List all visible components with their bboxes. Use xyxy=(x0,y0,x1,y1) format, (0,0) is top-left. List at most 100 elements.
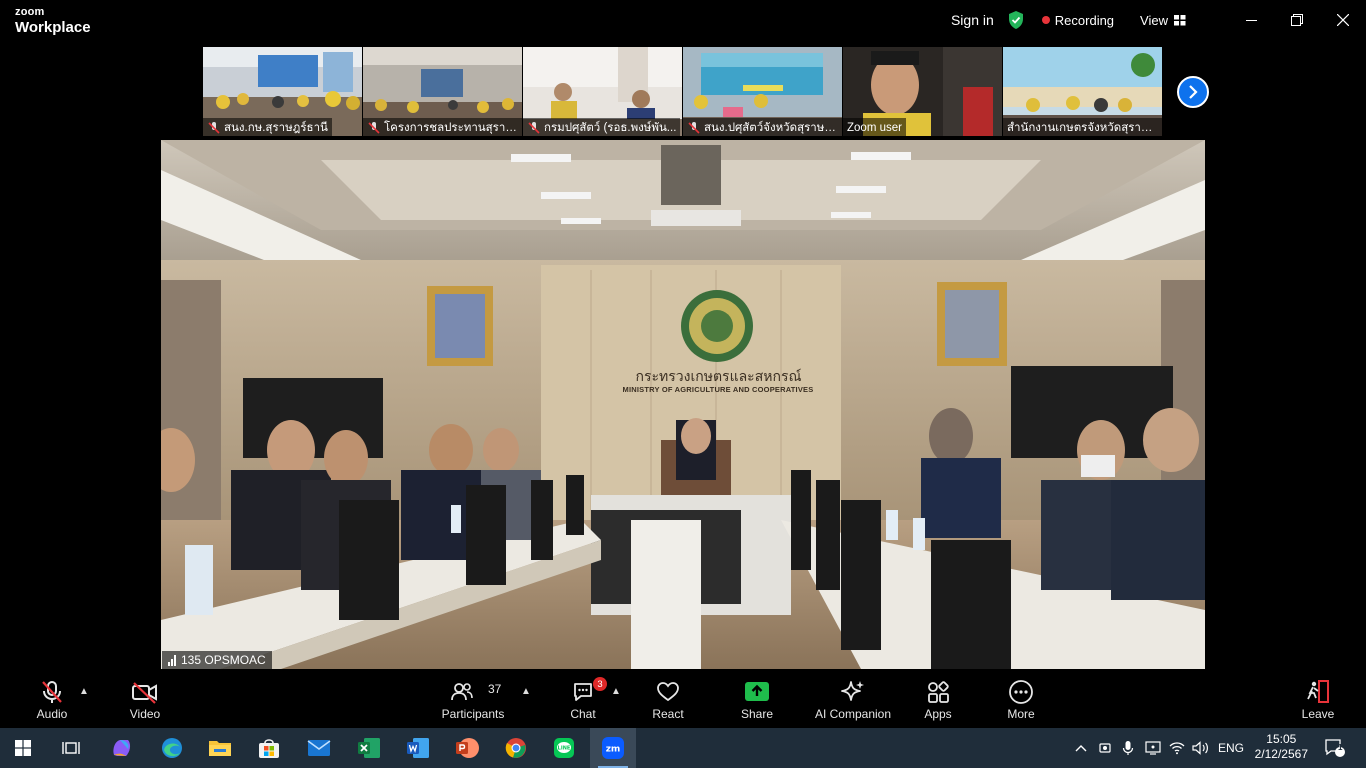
react-button[interactable]: React xyxy=(647,672,689,726)
minimize-button[interactable] xyxy=(1228,0,1274,40)
chat-unread-badge: 3 xyxy=(593,677,607,691)
taskbar-copilot[interactable] xyxy=(99,728,145,768)
clock-time: 15:05 xyxy=(1266,732,1297,746)
muted-mic-icon xyxy=(688,122,700,134)
chevron-up-icon xyxy=(1075,745,1087,752)
location-in-use-indicator[interactable] xyxy=(1143,728,1163,768)
task-view-button[interactable] xyxy=(48,728,94,768)
wall-sign-english: MINISTRY OF AGRICULTURE AND COOPERATIVES xyxy=(622,385,814,394)
meeting-controls-toolbar: Audio ▲ Video 37 Participants ▲ 3 Chat ▲… xyxy=(0,672,1366,726)
chat-button[interactable]: 3 Chat xyxy=(563,672,607,726)
task-view-icon xyxy=(62,742,80,754)
encryption-shield-icon[interactable] xyxy=(1008,11,1024,29)
taskbar-excel[interactable] xyxy=(346,728,392,768)
participants-button[interactable]: 37 Participants xyxy=(438,672,508,726)
copilot-icon xyxy=(113,740,131,756)
edge-icon xyxy=(162,738,182,758)
title-bar: zoom Workplace Sign in Recording View xyxy=(0,0,1366,44)
notification-count: 1 xyxy=(1338,743,1343,752)
taskbar-edge[interactable] xyxy=(149,728,195,768)
zoom-workplace-logo: zoom Workplace xyxy=(15,6,91,36)
participants-options-caret-icon[interactable]: ▲ xyxy=(521,686,531,697)
leave-door-icon xyxy=(1307,680,1329,703)
more-button[interactable]: More xyxy=(1001,672,1041,726)
recording-indicator[interactable]: Recording xyxy=(1041,13,1114,28)
participants-icon xyxy=(451,683,473,701)
taskbar-word[interactable] xyxy=(395,728,441,768)
participant-tile[interactable]: กรมปศุสัตว์ (รอธ.พงษ์พัน... xyxy=(523,47,682,136)
taskbar-chrome[interactable] xyxy=(493,728,539,768)
share-button[interactable]: Share xyxy=(737,672,777,726)
start-button[interactable] xyxy=(0,728,46,768)
leave-button[interactable]: Leave xyxy=(1298,672,1338,726)
show-hidden-icons-button[interactable] xyxy=(1070,728,1092,768)
participant-tile[interactable]: Zoom user xyxy=(843,47,1002,136)
ai-companion-button[interactable]: AI Companion xyxy=(808,672,898,726)
monitor-share-icon xyxy=(1145,741,1161,755)
connection-signal-icon xyxy=(168,654,176,666)
meeting-room-video-feed xyxy=(161,140,1205,669)
chat-options-caret-icon[interactable]: ▲ xyxy=(611,686,621,697)
store-icon xyxy=(259,739,279,758)
apps-button[interactable]: Apps xyxy=(918,672,958,726)
restore-button[interactable] xyxy=(1274,0,1320,40)
network-status[interactable] xyxy=(1167,728,1187,768)
system-clock[interactable]: 15:05 2/12/2567 xyxy=(1255,732,1308,762)
participant-tile[interactable]: สำนักงานเกษตรจังหวัดสุราษ... xyxy=(1003,47,1162,136)
muted-mic-icon xyxy=(528,122,540,134)
participant-name-label: Zoom user xyxy=(843,118,906,136)
participant-tile[interactable]: สนง.กษ.สุราษฎร์ธานี xyxy=(203,47,362,136)
active-speaker-label: 135 OPSMOAC xyxy=(162,651,272,669)
minimize-icon xyxy=(1245,19,1257,21)
close-button[interactable] xyxy=(1320,0,1366,40)
microphone-in-use-indicator[interactable] xyxy=(1119,728,1137,768)
recording-dot-icon xyxy=(1041,16,1050,24)
svg-text:LINE: LINE xyxy=(558,746,571,752)
volume-control[interactable] xyxy=(1190,728,1212,768)
svg-text:zm: zm xyxy=(606,745,621,755)
clock-date: 2/12/2567 xyxy=(1254,747,1308,761)
audio-options-caret-icon[interactable]: ▲ xyxy=(79,686,89,697)
taskbar-zoom[interactable]: zm xyxy=(590,728,636,768)
heart-react-icon xyxy=(657,682,679,702)
excel-icon xyxy=(358,738,380,758)
chat-icon xyxy=(574,683,592,701)
notification-icon xyxy=(1325,739,1345,757)
sign-in-link[interactable]: Sign in xyxy=(951,12,994,28)
view-button[interactable]: View xyxy=(1140,13,1186,28)
taskbar-mail[interactable] xyxy=(296,728,342,768)
folder-icon xyxy=(209,741,231,756)
video-off-icon xyxy=(132,682,157,704)
grid-view-icon xyxy=(1174,14,1186,25)
share-screen-icon xyxy=(745,682,769,701)
participant-tile[interactable]: สนง.ปศุสัตว์จังหวัดสุราษฎ... xyxy=(683,47,842,136)
notification-center-button[interactable]: 1 xyxy=(1320,728,1350,768)
line-icon: LINE xyxy=(554,738,574,758)
close-icon xyxy=(1337,14,1349,26)
participant-name-label: สนง.ปศุสัตว์จังหวัดสุราษฎ... xyxy=(683,118,842,136)
chevron-right-icon xyxy=(1189,85,1198,99)
microphone-privacy-icon xyxy=(1122,741,1134,755)
video-button[interactable]: Video xyxy=(122,672,168,726)
taskbar-file-explorer[interactable] xyxy=(197,728,243,768)
active-speaker-video[interactable]: กระทรวงเกษตรและสหกรณ์ MINISTRY OF AGRICU… xyxy=(161,140,1205,669)
participant-name-label: สนง.กษ.สุราษฎร์ธานี xyxy=(203,118,332,136)
participant-name-label: กรมปศุสัตว์ (รอธ.พงษ์พัน... xyxy=(523,118,681,136)
windows-taskbar: LINE zm ENG 15:05 2/12/2567 1 xyxy=(0,728,1366,768)
windows-logo-icon xyxy=(15,740,31,756)
speaker-volume-icon xyxy=(1192,741,1208,755)
audio-button[interactable]: Audio xyxy=(30,672,74,726)
taskbar-line[interactable]: LINE xyxy=(541,728,587,768)
participant-name-label: โครงการชลประทานสุราษ... xyxy=(363,118,522,136)
camera-in-use-indicator[interactable] xyxy=(1096,728,1114,768)
muted-microphone-icon xyxy=(42,681,62,703)
zoom-app-icon: zm xyxy=(602,737,624,759)
participant-video-strip: สนง.กษ.สุราษฎร์ธานี โครงการชลประทานสุราษ… xyxy=(203,47,1162,136)
muted-mic-icon xyxy=(368,122,380,134)
participants-count: 37 xyxy=(488,682,502,696)
next-page-button[interactable] xyxy=(1177,76,1209,108)
taskbar-microsoft-store[interactable] xyxy=(246,728,292,768)
input-language-indicator[interactable]: ENG xyxy=(1214,728,1248,768)
participant-tile[interactable]: โครงการชลประทานสุราษ... xyxy=(363,47,522,136)
taskbar-powerpoint[interactable] xyxy=(444,728,490,768)
